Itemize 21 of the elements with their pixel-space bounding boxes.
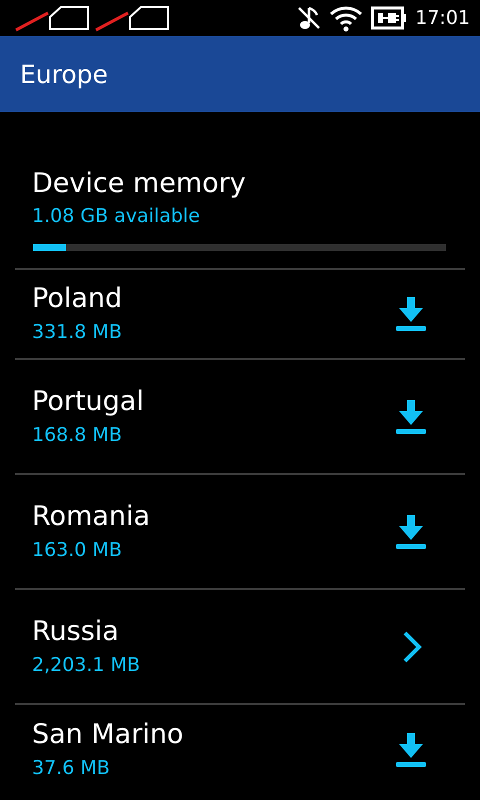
download-size: 163.0 MB	[32, 538, 123, 562]
available-text: 1.08 GB available	[32, 204, 201, 229]
download-size: 331.8 MB	[32, 320, 122, 345]
wifi-icon	[329, 4, 364, 32]
download-icon[interactable]	[395, 514, 427, 548]
download-icon[interactable]	[395, 297, 427, 331]
download-size: 2,203.1 MB	[32, 652, 140, 678]
page-title: Europe	[20, 60, 108, 88]
memory-label: Device memory	[32, 167, 247, 201]
muted-music-icon	[297, 5, 322, 31]
country-name[interactable]: San Marino	[32, 717, 184, 753]
charging-battery-icon	[371, 6, 408, 30]
download-icon[interactable]	[395, 733, 427, 767]
download-size: 168.8 MB	[32, 422, 123, 448]
country-name[interactable]: Russia	[32, 614, 140, 650]
country-name[interactable]: Portugal	[32, 384, 144, 420]
download-size: 37.6 MB	[32, 756, 111, 781]
clock-time: 17:01	[415, 7, 470, 29]
country-name[interactable]: Poland	[32, 281, 122, 317]
country-name[interactable]: Romania	[32, 498, 150, 534]
download-icon[interactable]	[395, 400, 427, 434]
